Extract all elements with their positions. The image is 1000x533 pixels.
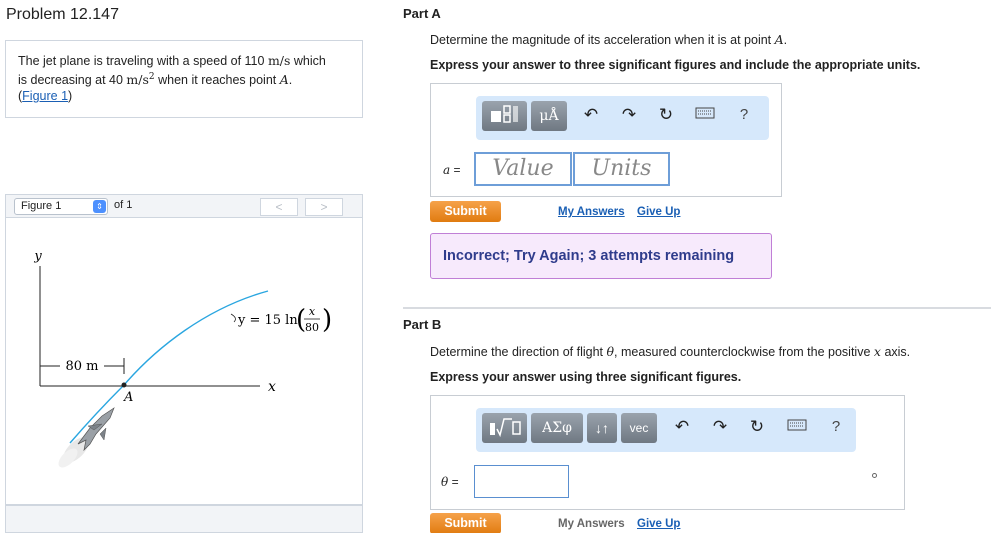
figure-link[interactable]: Figure 1	[22, 89, 68, 103]
part-b-give-up-link[interactable]: Give Up	[637, 518, 680, 530]
question-text: Determine the magnitude of its accelerat…	[430, 33, 772, 47]
figure-select[interactable]: Figure 1 ⇕	[14, 198, 108, 215]
figure-select-value: Figure 1	[21, 200, 62, 212]
paren: )	[68, 89, 73, 104]
statement-text: when it reaches point	[158, 73, 277, 88]
part-a-my-answers-link[interactable]: My Answers	[558, 206, 625, 218]
equals-sign: =	[451, 475, 459, 489]
greek-button[interactable]: ΑΣφ	[531, 413, 583, 443]
part-b-answer-box: ΑΣφ ↓↑ vec ↶ ↷ ↻ ? θ =	[430, 395, 905, 510]
figure-count: of 1	[114, 199, 133, 211]
figure-diagram: y x 80 m A y = 15 ln ( x 80 )	[33, 249, 332, 468]
undo-icon[interactable]: ↶	[672, 416, 692, 438]
statement-line-2: is decreasing at 40 m/s2 when it reaches…	[18, 69, 350, 88]
part-b-my-answers-link[interactable]: My Answers	[558, 518, 625, 530]
part-b-toolbar: ΑΣφ ↓↑ vec ↶ ↷ ↻ ?	[476, 408, 856, 452]
part-a-give-up-link[interactable]: Give Up	[637, 206, 680, 218]
keyboard-icon[interactable]	[695, 104, 715, 126]
redo-icon[interactable]: ↷	[710, 416, 730, 438]
figure-canvas: y x 80 m A y = 15 ln ( x 80 )	[5, 218, 363, 505]
part-a-question: Determine the magnitude of its accelerat…	[430, 32, 787, 47]
reset-icon[interactable]: ↻	[656, 104, 676, 126]
speed-unit: m/s	[267, 53, 291, 68]
part-a-title: Part A	[403, 6, 441, 21]
keyboard-icon[interactable]	[787, 416, 807, 438]
math-templates-button[interactable]	[482, 413, 527, 443]
y-axis-label: y	[33, 249, 42, 264]
help-icon[interactable]: ?	[826, 416, 846, 438]
point-a-label: A	[123, 390, 133, 405]
part-a-answer-box: μÅ ↶ ↷ ↻ ? a = Value Units	[430, 83, 782, 197]
accel-unit-exp: 2	[148, 72, 155, 82]
status-dot	[872, 473, 877, 478]
statement-text: is decreasing at 40	[18, 73, 123, 88]
part-divider	[403, 307, 991, 309]
var-symbol: θ	[441, 475, 449, 489]
eq-denominator: 80	[305, 321, 319, 334]
figure-link-line: (Figure 1)	[18, 88, 350, 104]
question-text: , measured counterclockwise from the pos…	[614, 345, 871, 359]
undo-icon[interactable]: ↶	[581, 104, 601, 126]
question-text: axis.	[884, 345, 911, 359]
help-icon[interactable]: ?	[734, 104, 754, 126]
statement-text: which	[293, 54, 326, 68]
theta-symbol: θ	[606, 344, 615, 359]
part-b-var-label: θ =	[441, 475, 459, 489]
units-input[interactable]: Units	[573, 152, 670, 186]
next-figure-button[interactable]: >	[305, 198, 343, 216]
figure-footer	[5, 505, 363, 533]
question-text: Determine the direction of flight	[430, 345, 604, 359]
jet-icon	[58, 407, 115, 468]
x-axis-label: x	[268, 379, 276, 395]
templates-icon	[490, 418, 521, 438]
accel-unit: m/s2	[126, 72, 154, 87]
point-symbol: A	[774, 32, 784, 47]
curve-equation: y = 15 ln	[237, 313, 298, 328]
templates-icon	[491, 105, 518, 123]
question-period: .	[783, 33, 788, 47]
problem-statement: The jet plane is traveling with a speed …	[5, 40, 363, 118]
point-a-marker	[121, 382, 127, 388]
value-input[interactable]: Value	[474, 152, 572, 186]
page: Problem 12.147 The jet plane is travelin…	[0, 0, 1000, 533]
redo-icon[interactable]: ↷	[619, 104, 639, 126]
part-b-title: Part B	[403, 317, 442, 332]
reset-icon[interactable]: ↻	[747, 416, 767, 438]
equals-sign: =	[453, 163, 461, 177]
statement-period: .	[288, 73, 293, 88]
prev-figure-button[interactable]: <	[260, 198, 298, 216]
part-a-instruction: Express your answer to three significant…	[430, 58, 921, 72]
eq-numerator: x	[309, 305, 316, 318]
eq-paren-right: )	[322, 305, 332, 335]
figure-toolbar: Figure 1 ⇕ of 1 < >	[5, 194, 363, 218]
var-symbol: a	[443, 163, 451, 177]
part-a-toolbar: μÅ ↶ ↷ ↻ ?	[476, 96, 769, 140]
part-a-submit-button[interactable]: Submit	[430, 201, 501, 222]
feedback-message: Incorrect; Try Again; 3 attempts remaini…	[430, 233, 772, 279]
problem-title: Problem 12.147	[6, 6, 119, 23]
part-b-submit-button[interactable]: Submit	[430, 513, 501, 533]
accel-unit-base: m/s	[126, 72, 149, 88]
arrows-button[interactable]: ↓↑	[587, 413, 617, 443]
theta-input[interactable]	[474, 465, 569, 498]
part-a-var-label: a =	[443, 163, 461, 177]
templates-button[interactable]	[482, 101, 527, 131]
part-b-instruction: Express your answer using three signific…	[430, 370, 742, 384]
chevron-updown-icon: ⇕	[93, 200, 106, 213]
statement-line-1: The jet plane is traveling with a speed …	[18, 53, 350, 69]
vec-button[interactable]: vec	[621, 413, 657, 443]
equation-leader	[230, 313, 236, 323]
point-symbol: A	[279, 72, 289, 88]
dimension-label: 80 m	[65, 359, 98, 374]
units-button[interactable]: μÅ	[531, 101, 567, 131]
statement-text: The jet plane is traveling with a speed …	[18, 54, 265, 68]
x-symbol: x	[873, 344, 881, 359]
part-b-question: Determine the direction of flight θ, mea…	[430, 344, 910, 359]
